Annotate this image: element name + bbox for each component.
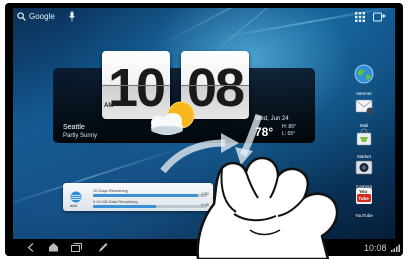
all-apps-grid-icon[interactable] <box>355 12 365 22</box>
dock-item-internet[interactable]: Internet <box>345 64 383 96</box>
carrier-label: at&t <box>70 203 78 208</box>
flip-divider <box>181 85 249 86</box>
recent-apps-icon[interactable] <box>71 243 82 252</box>
google-search-label[interactable]: Google <box>29 12 55 21</box>
edit-icon[interactable] <box>98 242 108 253</box>
top-bar: Google <box>13 8 395 26</box>
flip-divider <box>102 85 170 86</box>
weather-city: Seattle <box>63 124 85 131</box>
att-logo-icon <box>70 191 82 203</box>
search-icon[interactable] <box>17 12 26 21</box>
customize-icon[interactable] <box>373 11 386 23</box>
pinch-gesture-hand-icon <box>196 156 339 259</box>
mail-icon <box>355 99 374 115</box>
days-remaining-label: 10 Days Remaining <box>93 188 128 193</box>
back-icon[interactable] <box>27 243 35 252</box>
mic-icon[interactable] <box>69 11 75 22</box>
data-remaining-label: 0.04 GB Data Remaining <box>93 199 138 204</box>
signal-icon <box>391 244 400 252</box>
data-remaining-fill <box>93 205 156 208</box>
globe-icon <box>354 64 374 84</box>
weather-condition: Partly Sunny <box>63 133 98 139</box>
clock-ampm: AM <box>104 103 114 109</box>
home-icon[interactable] <box>48 242 59 252</box>
